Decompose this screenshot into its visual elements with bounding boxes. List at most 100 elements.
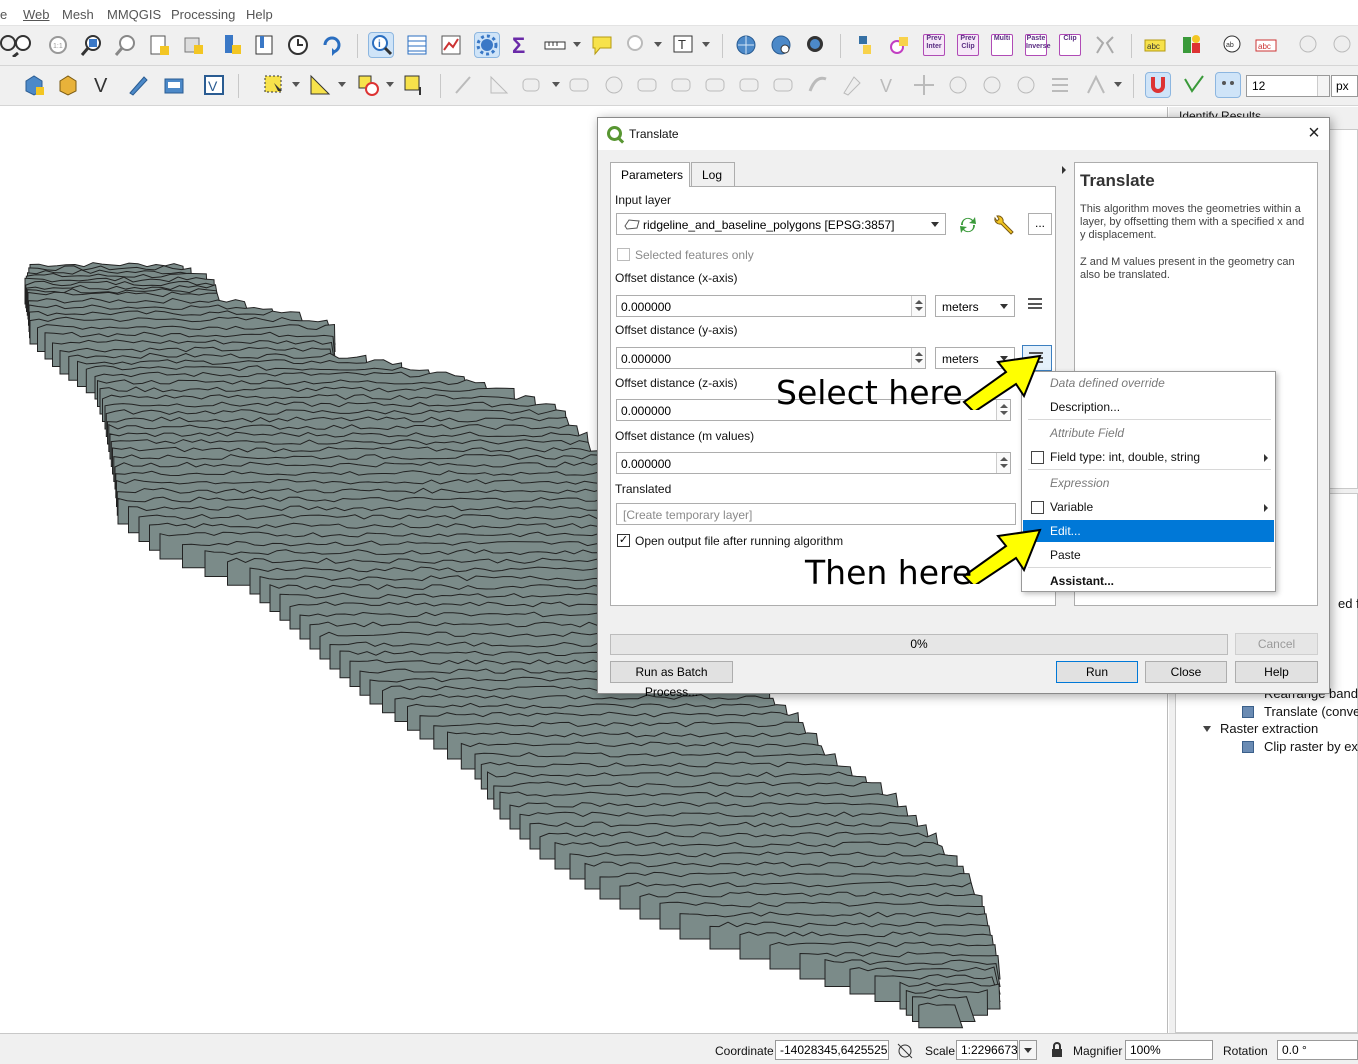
prev-inter-icon[interactable]: Prev Inter xyxy=(923,34,945,56)
prev-clip-icon[interactable]: Prev Clip xyxy=(957,34,979,56)
multi-icon[interactable]: Multi xyxy=(991,34,1013,56)
zoom-to-selection-icon[interactable] xyxy=(114,33,138,57)
menu-mmqgis[interactable]: MMQGIS xyxy=(107,7,161,22)
zoom-last-icon[interactable] xyxy=(182,33,206,57)
processing-toolbox-icon[interactable] xyxy=(474,32,500,58)
chevron-down-icon[interactable] xyxy=(1114,82,1122,87)
simplify-icon[interactable] xyxy=(840,73,864,97)
run-button[interactable]: Run xyxy=(1056,661,1138,683)
chevron-down-icon[interactable] xyxy=(552,82,560,87)
menu-web[interactable]: Web xyxy=(23,7,50,22)
zoom-native-icon[interactable]: 1:1 xyxy=(46,33,70,57)
offset-curve-icon[interactable] xyxy=(704,73,728,97)
menu-item-field-type[interactable]: Field type: int, double, string xyxy=(1023,446,1274,468)
batch-process-button[interactable]: Run as Batch Process... xyxy=(610,661,733,699)
offset-x-unit-select[interactable]: meters xyxy=(935,295,1015,317)
tree-item-raster-extraction[interactable]: Raster extraction xyxy=(1220,721,1318,736)
menu-help[interactable]: Help xyxy=(246,7,273,22)
chevron-down-icon[interactable] xyxy=(1203,726,1211,732)
delete-part-icon[interactable] xyxy=(636,73,660,97)
dialog-titlebar[interactable]: Translate × xyxy=(598,118,1329,150)
text-annotation-icon[interactable]: T xyxy=(671,33,695,57)
map-tips-icon[interactable] xyxy=(590,33,614,57)
select-by-location-icon[interactable] xyxy=(402,73,426,97)
lock-icon[interactable] xyxy=(1050,1042,1064,1058)
statistics-panel-icon[interactable] xyxy=(439,33,463,57)
rotation-input[interactable]: 0.0 ° xyxy=(1277,1040,1358,1060)
label-abc-icon[interactable]: abc xyxy=(1143,33,1167,57)
split-parts-icon[interactable] xyxy=(738,73,762,97)
selected-features-checkbox[interactable] xyxy=(617,248,630,261)
measure-line-icon[interactable] xyxy=(543,33,567,57)
split-feature-icon[interactable] xyxy=(980,73,1004,97)
collapse-help-arrow-icon[interactable] xyxy=(1062,166,1066,174)
globe-icon[interactable] xyxy=(734,33,758,57)
snap-to-vertex-icon[interactable] xyxy=(1182,73,1206,97)
chevron-down-icon[interactable] xyxy=(338,82,346,87)
offset-y-input[interactable]: 0.000000 xyxy=(616,347,926,369)
magnifier-input[interactable]: 100% xyxy=(1125,1040,1213,1060)
temporal-controller-icon[interactable] xyxy=(286,33,310,57)
move-label-icon[interactable] xyxy=(1296,33,1320,57)
metasearch-icon[interactable] xyxy=(803,33,827,57)
chevron-down-icon[interactable] xyxy=(292,82,300,87)
refresh-icon[interactable] xyxy=(320,33,344,57)
tree-item-translate-convert[interactable]: Translate (convert xyxy=(1264,704,1358,719)
deselect-features-icon[interactable] xyxy=(356,73,380,97)
vertex-tool-icon[interactable] xyxy=(487,73,511,97)
menu-processing[interactable]: Processing xyxy=(171,7,235,22)
reverse-line-icon[interactable] xyxy=(1014,73,1038,97)
iterate-features-icon[interactable] xyxy=(957,215,979,235)
open-output-checkbox[interactable]: ✓ xyxy=(617,534,630,547)
paste-inverse-icon[interactable]: Paste Inverse xyxy=(1025,34,1051,56)
close-button[interactable]: Close xyxy=(1145,661,1227,683)
menu-item-edit[interactable]: Edit... xyxy=(1023,520,1274,542)
merge-features-icon[interactable] xyxy=(772,73,796,97)
snapping-size-input[interactable]: 12 xyxy=(1246,75,1330,97)
new-geopackage-icon[interactable] xyxy=(22,73,46,97)
cancel-button[interactable]: Cancel xyxy=(1235,633,1318,655)
vertex-editor-icon[interactable]: V xyxy=(878,73,902,97)
delete-ring-icon[interactable] xyxy=(602,73,626,97)
coordinate-input[interactable]: -14028345,6425525 xyxy=(775,1040,889,1060)
clip-icon[interactable]: Clip xyxy=(1059,34,1081,56)
plugin-icon[interactable] xyxy=(887,33,911,57)
field-type-checkbox[interactable] xyxy=(1031,451,1044,464)
chevron-down-icon[interactable] xyxy=(702,42,710,47)
browse-button[interactable]: ... xyxy=(1028,213,1052,235)
spin-arrows[interactable] xyxy=(1317,76,1329,96)
snapping-magnet-icon[interactable] xyxy=(1145,72,1171,98)
move-feature-icon[interactable] xyxy=(912,73,936,97)
new-shapefile-icon[interactable] xyxy=(56,73,80,97)
reshape-icon[interactable] xyxy=(670,73,694,97)
snapping-tolerance-icon[interactable] xyxy=(1215,72,1241,98)
toggle-editing-icon[interactable] xyxy=(452,73,476,97)
offset-y-spin[interactable] xyxy=(911,348,925,368)
menu-item-description[interactable]: Description... xyxy=(1023,396,1274,418)
new-temporary-layer-icon[interactable] xyxy=(162,73,186,97)
translated-output-input[interactable]: [Create temporary layer] xyxy=(616,503,1016,525)
menu-item-variable[interactable]: Variable xyxy=(1023,496,1274,518)
offset-x-data-defined-button[interactable] xyxy=(1023,293,1049,315)
attribute-table-icon[interactable] xyxy=(405,33,429,57)
add-vector-layer-icon[interactable]: V xyxy=(202,73,226,97)
python-console-icon[interactable] xyxy=(853,33,877,57)
offset-x-input[interactable]: 0.000000 xyxy=(616,295,926,317)
close-icon[interactable]: × xyxy=(1303,123,1325,145)
offset-x-spin[interactable] xyxy=(911,296,925,316)
new-virtual-layer-icon[interactable]: V xyxy=(92,73,116,97)
scale-dropdown[interactable] xyxy=(1019,1040,1037,1060)
chevron-down-icon[interactable] xyxy=(386,82,394,87)
menu-item-paste[interactable]: Paste xyxy=(1023,544,1274,566)
offset-m-input[interactable]: 0.000000 xyxy=(616,452,1011,474)
split-features-icon[interactable] xyxy=(1093,33,1117,57)
layer-diagram-icon[interactable] xyxy=(1180,33,1204,57)
locator-icon[interactable] xyxy=(624,33,648,57)
menu-item-assistant[interactable]: Assistant... xyxy=(1023,570,1274,592)
wrench-icon[interactable] xyxy=(991,213,1017,237)
snapping-unit-select[interactable]: px xyxy=(1331,75,1358,97)
menu-settings[interactable]: e xyxy=(0,7,7,22)
statistical-summary-icon[interactable]: Σ xyxy=(509,33,533,58)
offset-m-spin[interactable] xyxy=(996,453,1010,473)
chevron-down-icon[interactable] xyxy=(654,42,662,47)
